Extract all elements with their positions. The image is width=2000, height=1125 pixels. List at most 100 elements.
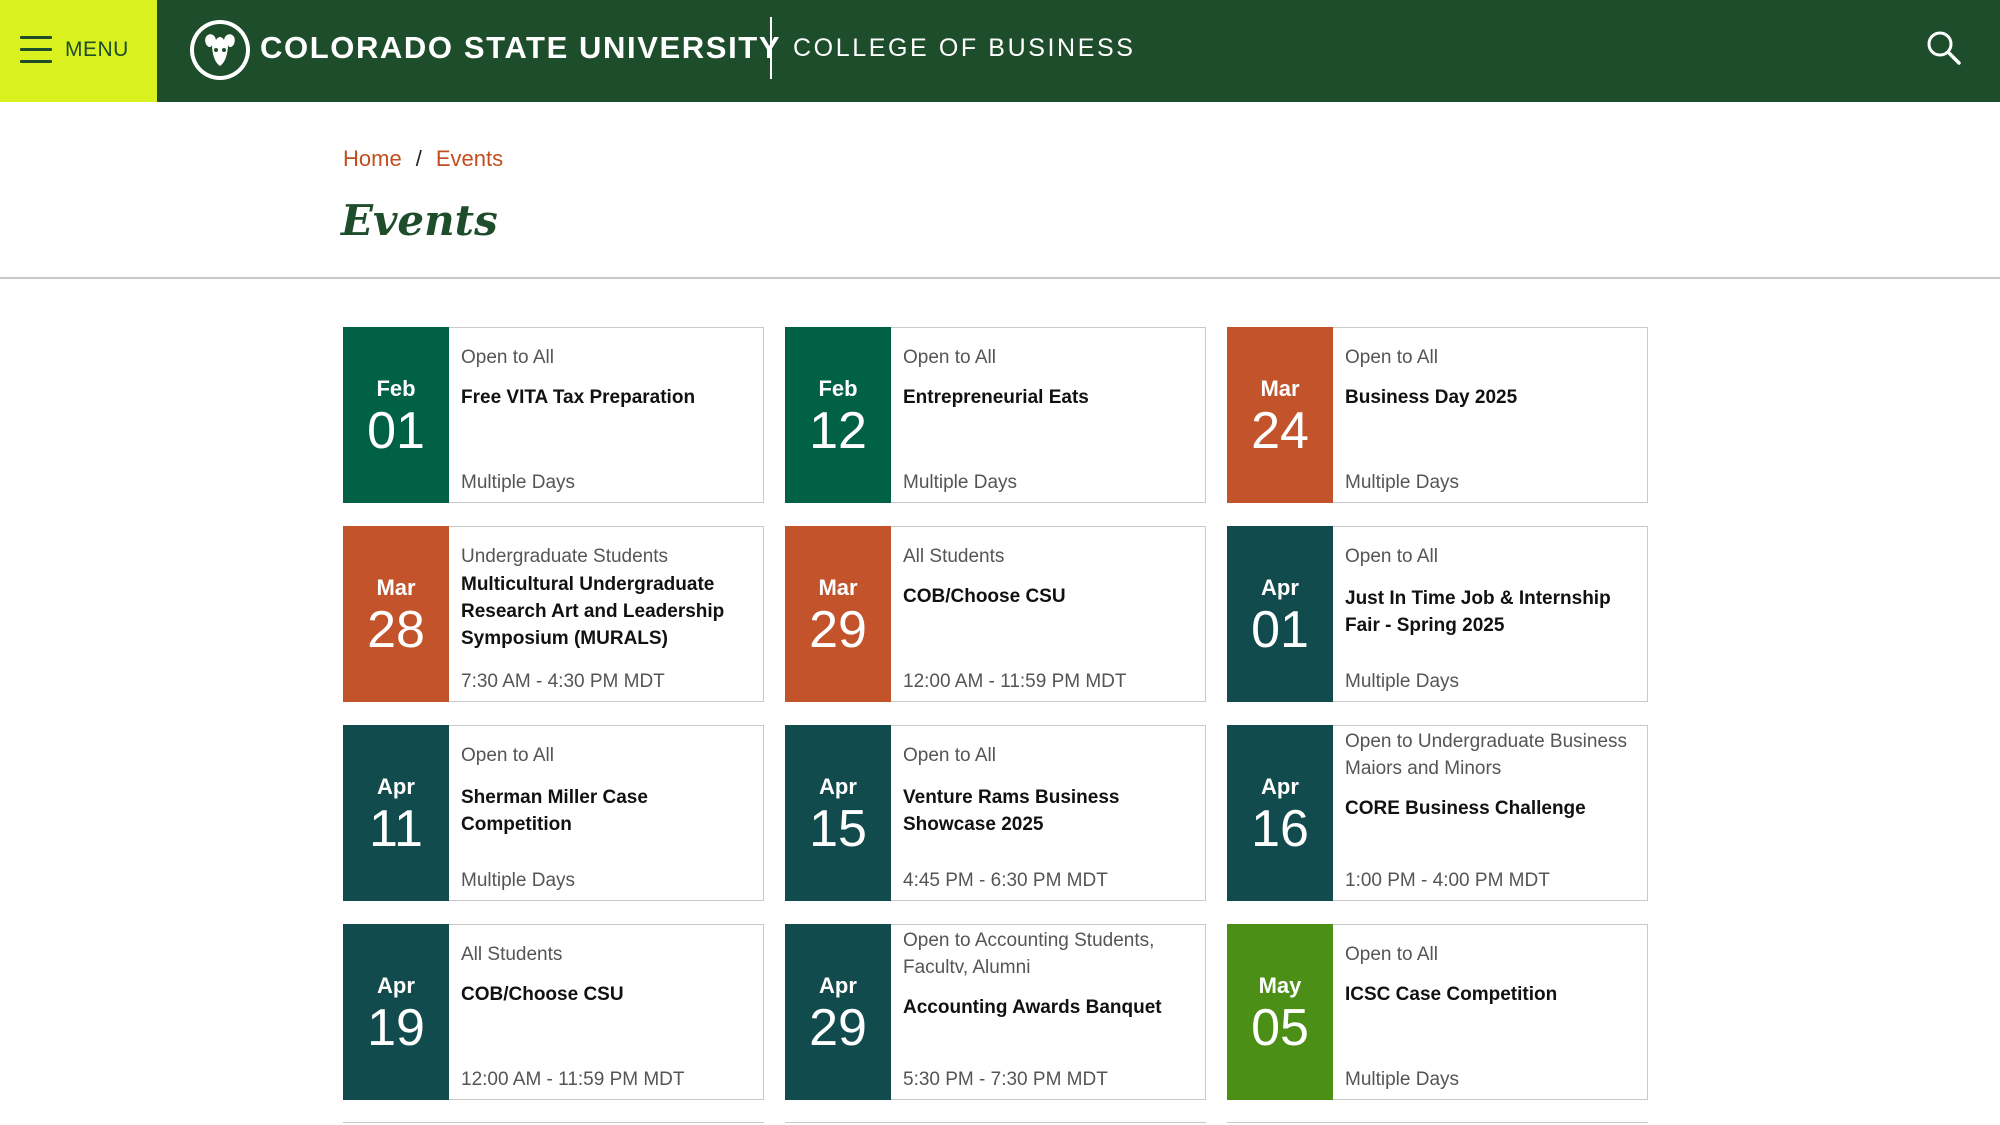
event-audience: Open to All [1345, 546, 1438, 567]
event-month: Apr [377, 774, 415, 799]
event-date-badge: Apr 15 [785, 725, 891, 901]
event-month: Feb [818, 376, 858, 401]
event-audience: Open to Undergraduate Business Maiors an… [1345, 731, 1628, 779]
event-day: 29 [809, 999, 867, 1057]
event-audience: Undergraduate Students [461, 546, 669, 567]
event-card[interactable]: Apr 19 All Students COB/Choose CSU 12:00 AM … [343, 924, 764, 1100]
event-card[interactable]: Apr 16 Open to Undergraduate Business Maio… [1227, 725, 1648, 901]
event-info: Open to All Venture Rams Business Showcas… [891, 726, 1205, 900]
event-day: 24 [1251, 402, 1309, 460]
event-info: Open to All Entrepreneurial Eats Multiple … [891, 328, 1205, 502]
event-card[interactable]: May 05 Open to All ICSC Case Competition Mul… [1227, 924, 1648, 1100]
event-title-link[interactable]: Accounting Awards Banquet [903, 994, 1195, 1021]
event-title-link[interactable]: Venture Rams Business Showcase 2025 [903, 784, 1195, 838]
search-icon[interactable] [1924, 28, 1964, 68]
event-time: 12:00 AM - 11:59 PM MDT [903, 671, 1127, 692]
event-month: Apr [819, 973, 857, 998]
event-day: 01 [367, 402, 425, 460]
event-date-badge: May 05 [1227, 924, 1333, 1100]
ram-logo-icon[interactable] [188, 18, 252, 82]
event-audience: Open to All [1345, 347, 1438, 368]
event-audience: Open to All [461, 745, 554, 766]
events-grid: Feb 01 Open to All Free VITA Tax Preparatio… [343, 327, 1648, 1100]
event-title-link[interactable]: Sherman Miller Case Competition [461, 784, 753, 838]
event-card[interactable]: Mar 28 Undergraduate Students Multicultural… [343, 526, 764, 702]
university-name[interactable]: COLORADO STATE UNIVERSITY [260, 30, 781, 66]
event-date-badge: Apr 01 [1227, 526, 1333, 702]
event-audience: All Students [461, 944, 563, 965]
event-audience: Open to All [903, 745, 996, 766]
event-card[interactable]: Feb 12 Open to All Entrepreneurial Eats Mult… [785, 327, 1206, 503]
event-title-link[interactable]: Entrepreneurial Eats [903, 384, 1195, 411]
event-audience: Open to Accounting Students, Facultv, Al… [903, 930, 1155, 978]
event-date-badge: Apr 16 [1227, 725, 1333, 901]
event-card[interactable]: Apr 29 Open to Accounting Students, Facult… [785, 924, 1206, 1100]
event-date-badge: Mar 24 [1227, 327, 1333, 503]
event-audience: Open to All [461, 347, 554, 368]
event-audience: All Students [903, 546, 1005, 567]
event-day: 05 [1251, 999, 1309, 1057]
event-title-link[interactable]: Free VITA Tax Preparation [461, 384, 753, 411]
event-info: Open to All ICSC Case Competition Multiple… [1333, 925, 1647, 1099]
event-month: Mar [376, 575, 416, 600]
event-month: Mar [1260, 376, 1300, 401]
event-info: Open to All Free VITA Tax Preparation Mult… [449, 328, 763, 502]
event-title-link[interactable]: Multicultural Undergraduate Research Art… [461, 571, 753, 652]
event-title-link[interactable]: ICSC Case Competition [1345, 981, 1637, 1008]
event-info: Open to All Business Day 2025 Multiple Day… [1333, 328, 1647, 502]
menu-button[interactable]: MENU [0, 0, 157, 102]
event-card[interactable]: Mar 24 Open to All Business Day 2025 Multipl… [1227, 327, 1648, 503]
event-info: All Students COB/Choose CSU 12:00 AM - 11:… [449, 925, 763, 1099]
event-title-link[interactable]: Just In Time Job & Internship Fair - Spr… [1345, 585, 1637, 639]
breadcrumb-current-link[interactable]: Events [436, 146, 503, 172]
event-date-badge: Apr 11 [343, 725, 449, 901]
event-day: 29 [809, 601, 867, 659]
event-month: May [1258, 973, 1302, 998]
event-info: All Students COB/Choose CSU 12:00 AM - 11:… [891, 527, 1205, 701]
event-day: 11 [369, 800, 423, 858]
event-audience: Open to All [903, 347, 996, 368]
event-day: 12 [809, 402, 867, 460]
breadcrumb-home-link[interactable]: Home [343, 146, 402, 172]
event-date-badge: Feb 12 [785, 327, 891, 503]
college-name[interactable]: COLLEGE OF BUSINESS [793, 34, 1136, 63]
event-time: 1:00 PM - 4:00 PM MDT [1345, 870, 1550, 891]
event-card[interactable]: Feb 01 Open to All Free VITA Tax Preparatio… [343, 327, 764, 503]
event-day: 01 [1251, 601, 1309, 659]
event-info: Undergraduate Students Multicultural Unde… [449, 527, 763, 701]
event-time: 4:45 PM - 6:30 PM MDT [903, 870, 1108, 891]
event-info: Open to All Just In Time Job & Internship… [1333, 527, 1647, 701]
site-header: MENU COLORADO STATE UNIVERSITY COLLEGE O… [0, 0, 2000, 102]
event-month: Apr [819, 774, 857, 799]
event-card[interactable]: Apr 01 Open to All Just In Time Job & Inter… [1227, 526, 1648, 702]
event-time: Multiple Days [1345, 1069, 1460, 1090]
event-title-link[interactable]: CORE Business Challenge [1345, 795, 1637, 822]
event-card[interactable]: Apr 15 Open to All Venture Rams Business Sh… [785, 725, 1206, 901]
event-date-badge: Mar 28 [343, 526, 449, 702]
event-day: 19 [367, 999, 425, 1057]
event-time: 7:30 AM - 4:30 PM MDT [461, 671, 665, 692]
event-info: Open to All Sherman Miller Case Competiti… [449, 726, 763, 900]
page-title: Events [341, 196, 498, 245]
event-date-badge: Mar 29 [785, 526, 891, 702]
event-title-link[interactable]: Business Day 2025 [1345, 384, 1637, 411]
event-info: Open to Accounting Students, Facultv, Al… [891, 925, 1205, 1099]
event-day: 28 [367, 601, 425, 659]
event-month: Apr [1261, 575, 1299, 600]
menu-label: MENU [65, 38, 129, 61]
event-month: Apr [377, 973, 415, 998]
breadcrumb: Home / Events [343, 146, 503, 172]
header-divider [770, 17, 772, 79]
event-time: 12:00 AM - 11:59 PM MDT [461, 1069, 685, 1090]
event-title-link[interactable]: COB/Choose CSU [461, 981, 753, 1008]
event-month: Apr [1261, 774, 1299, 799]
event-time: 5:30 PM - 7:30 PM MDT [903, 1069, 1108, 1090]
event-time: Multiple Days [461, 870, 576, 891]
event-title-link[interactable]: COB/Choose CSU [903, 583, 1195, 610]
event-date-badge: Apr 19 [343, 924, 449, 1100]
event-time: Multiple Days [461, 472, 576, 493]
event-card[interactable]: Apr 11 Open to All Sherman Miller Case Comp… [343, 725, 764, 901]
event-time: Multiple Days [1345, 472, 1460, 493]
event-card[interactable]: Mar 29 All Students COB/Choose CSU 12:00 AM … [785, 526, 1206, 702]
title-divider [0, 277, 2000, 279]
